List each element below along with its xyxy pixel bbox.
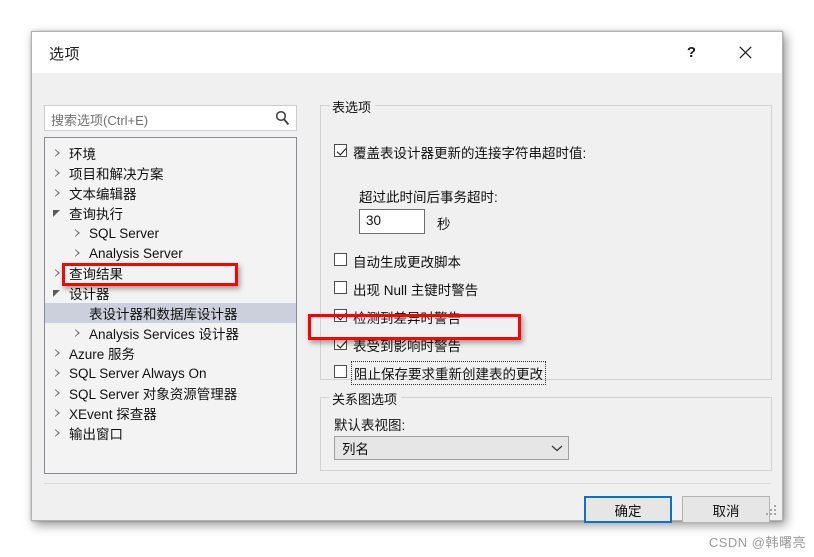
checkbox-override-timeout[interactable]: 覆盖表设计器更新的连接字符串超时值: <box>334 142 586 162</box>
right-pane: 表选项 覆盖表设计器更新的连接字符串超时值: 超过此时间后事务超时: 30 秒 … <box>320 97 772 471</box>
tree-item-label: 查询结果 <box>69 267 123 282</box>
triangle-right-icon[interactable] <box>53 188 64 199</box>
tree-item-label: XEvent 探查器 <box>69 407 157 422</box>
tree-item-label: 查询执行 <box>69 207 123 222</box>
tree-item-label: 输出窗口 <box>69 427 123 442</box>
tree-item[interactable]: XEvent 探查器 <box>45 403 296 423</box>
search-input[interactable]: 搜索选项(Ctrl+E) <box>44 105 297 131</box>
tree-item-label: 表设计器和数据库设计器 <box>89 307 238 322</box>
resize-grip[interactable] <box>766 505 778 517</box>
triangle-right-icon[interactable] <box>73 328 84 339</box>
question-mark-icon: ? <box>686 44 697 61</box>
ok-button[interactable]: 确定 <box>584 496 672 523</box>
timeout-value-input[interactable]: 30 <box>359 209 425 234</box>
tree-item[interactable]: 查询结果 <box>45 263 296 283</box>
dialog-title: 选项 <box>49 46 81 63</box>
tree-item[interactable]: 表设计器和数据库设计器 <box>45 303 296 323</box>
table-options-group: 表选项 覆盖表设计器更新的连接字符串超时值: 超过此时间后事务超时: 30 秒 … <box>320 97 772 385</box>
checkbox-box[interactable] <box>334 144 347 157</box>
tree-item[interactable]: SQL Server Always On <box>45 363 296 383</box>
cancel-button[interactable]: 取消 <box>682 496 770 523</box>
checkbox-box[interactable] <box>334 365 347 378</box>
tree-item[interactable]: SQL Server <box>45 223 296 243</box>
search-icon[interactable] <box>275 110 290 131</box>
triangle-right-icon[interactable] <box>73 248 84 259</box>
search-placeholder: 搜索选项(Ctrl+E) <box>51 113 149 128</box>
checkbox-box[interactable] <box>334 309 347 322</box>
triangle-right-icon[interactable] <box>73 228 84 239</box>
checkbox-label: 检测到差异时警告 <box>353 311 461 326</box>
tree-item-label: Analysis Services 设计器 <box>89 327 240 342</box>
close-icon <box>739 46 752 59</box>
screenshot-root: 选项 ? 搜索选项(Ctrl+E) 环境 项目和解决方案 文本编辑器 查询执行 … <box>0 0 814 557</box>
left-pane: 搜索选项(Ctrl+E) 环境项目和解决方案 文本编辑器查询执行 SQL Serve… <box>44 105 297 474</box>
default-table-view-value: 列名 <box>342 442 369 457</box>
tree-item-label: Analysis Server <box>89 245 183 261</box>
tree-item[interactable]: 文本编辑器 <box>45 183 296 203</box>
triangle-down-icon[interactable] <box>53 288 64 299</box>
checkbox-box[interactable] <box>334 337 347 350</box>
checkbox-box[interactable] <box>334 253 347 266</box>
triangle-right-icon[interactable] <box>53 148 64 159</box>
watermark: CSDN @韩曙亮 <box>708 535 806 550</box>
options-tree[interactable]: 环境项目和解决方案 文本编辑器查询执行 SQL Server Analysis Ser… <box>44 137 297 474</box>
diagram-options-group: 关系图选项 默认表视图: 列名 <box>320 389 772 471</box>
default-table-view-label: 默认表视图: <box>334 418 406 433</box>
tree-item-label: SQL Server Always On <box>69 365 207 381</box>
help-button[interactable]: ? <box>669 32 714 73</box>
tree-item-label: 项目和解决方案 <box>69 167 164 182</box>
diagram-options-group-title: 关系图选项 <box>330 389 402 408</box>
tree-item-label: 设计器 <box>69 287 110 302</box>
footer-divider <box>44 483 771 484</box>
triangle-down-icon[interactable] <box>53 208 64 219</box>
triangle-right-icon[interactable] <box>53 268 64 279</box>
checkbox-label: 出现 Null 主键时警告 <box>353 283 479 298</box>
tree-item[interactable]: Analysis Services 设计器 <box>45 323 296 343</box>
dialog-titlebar: 选项 ? <box>32 32 782 73</box>
checkbox-box[interactable] <box>334 281 347 294</box>
timeout-sub-label: 超过此时间后事务超时: <box>359 190 498 205</box>
triangle-right-icon[interactable] <box>53 428 64 439</box>
checkbox-auto-generate-script[interactable]: 自动生成更改脚本 <box>334 251 461 271</box>
tree-item[interactable]: 设计器 <box>45 283 296 303</box>
dialog-body: 搜索选项(Ctrl+E) 环境项目和解决方案 文本编辑器查询执行 SQL Serve… <box>32 73 782 523</box>
close-button[interactable] <box>723 32 768 73</box>
tree-item[interactable]: 项目和解决方案 <box>45 163 296 183</box>
tree-item[interactable]: 环境 <box>45 143 296 163</box>
tree-item[interactable]: Azure 服务 <box>45 343 296 363</box>
triangle-right-icon[interactable] <box>53 368 64 379</box>
triangle-right-icon[interactable] <box>53 408 64 419</box>
tree-item[interactable]: 输出窗口 <box>45 423 296 443</box>
table-options-group-title: 表选项 <box>330 97 376 116</box>
checkbox-label: 表受到影响时警告 <box>353 339 461 354</box>
tree-item[interactable]: Analysis Server <box>45 243 296 263</box>
tree-item[interactable]: 查询执行 <box>45 203 296 223</box>
tree-item-label: SQL Server <box>89 225 160 241</box>
checkbox-warn-null-primary-key[interactable]: 出现 Null 主键时警告 <box>334 279 478 299</box>
timeout-unit-label: 秒 <box>437 217 451 232</box>
triangle-right-icon[interactable] <box>53 388 64 399</box>
tree-item-label: 文本编辑器 <box>69 187 137 202</box>
checkbox-label: 自动生成更改脚本 <box>353 255 461 270</box>
checkbox-label: 阻止保存要求重新创建表的更改 <box>351 361 546 385</box>
triangle-right-icon[interactable] <box>53 168 64 179</box>
tree-item-label: SQL Server 对象资源管理器 <box>69 387 238 402</box>
checkbox-warn-tables-affected[interactable]: 表受到影响时警告 <box>334 335 461 355</box>
tree-item[interactable]: SQL Server 对象资源管理器 <box>45 383 296 403</box>
default-table-view-select[interactable]: 列名 <box>334 436 569 460</box>
tree-item-label: 环境 <box>69 147 96 162</box>
checkbox-label: 覆盖表设计器更新的连接字符串超时值: <box>353 146 587 161</box>
chevron-down-icon[interactable] <box>546 444 568 452</box>
options-dialog: 选项 ? 搜索选项(Ctrl+E) 环境 项目和解决方案 文本编辑器 查询执行 … <box>31 31 783 523</box>
checkbox-prevent-saving-changes[interactable]: 阻止保存要求重新创建表的更改 <box>334 361 546 385</box>
triangle-right-icon[interactable] <box>53 348 64 359</box>
checkbox-warn-difference-detected[interactable]: 检测到差异时警告 <box>334 307 461 327</box>
tree-item-label: Azure 服务 <box>69 347 136 362</box>
